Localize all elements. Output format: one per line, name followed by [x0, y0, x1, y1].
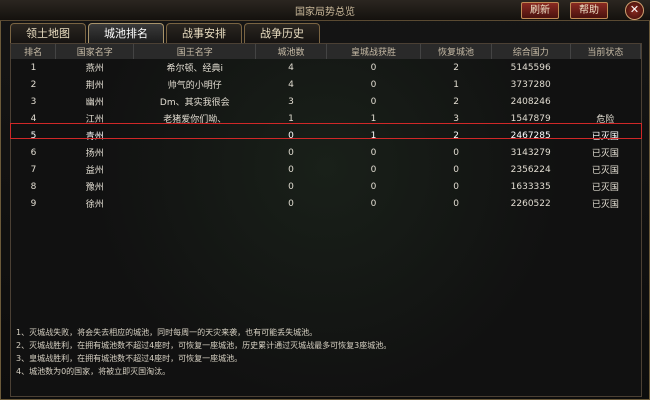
cell-cities: 0	[288, 198, 294, 209]
cell-status	[570, 59, 640, 76]
header-city-count: 城池数	[255, 44, 327, 59]
cell-king	[134, 144, 256, 161]
cell-status: 已灭国	[591, 200, 619, 210]
cell-power: 5145596	[510, 62, 551, 73]
rules-notes: 1、灭城战失败，将会失去相应的城池，同时每周一的天灾来袭，也有可能丢失城池。 2…	[16, 326, 391, 378]
cell-status	[570, 93, 640, 110]
table-row[interactable]: 3 幽州 Dm、其实我很会 3 0 2 2408246	[11, 93, 641, 110]
header-imperial-wins: 皇城战获胜	[326, 44, 422, 59]
cell-power: 2408246	[510, 96, 551, 107]
cell-restored: 0	[453, 198, 459, 209]
rule-note: 2、灭城战胜利，在拥有城池数不超过4座时，可恢复一座城池，历史累计通过灭城战最多…	[16, 341, 392, 350]
cell-nation: 幽州	[85, 98, 104, 108]
table-header-row: 排名 国家名字 国王名字 城池数 皇城战获胜 恢复城池 综合国力 当前状态	[11, 44, 642, 59]
close-icon[interactable]: ✕	[625, 1, 644, 20]
cell-restored: 0	[453, 147, 459, 158]
cell-nation: 益州	[85, 166, 104, 176]
cell-cities: 0	[288, 164, 294, 175]
tab-city-ranking[interactable]: 城池排名	[88, 23, 164, 44]
cell-nation: 扬州	[85, 149, 104, 159]
cell-cities: 4	[288, 79, 294, 90]
tab-war-arrangement[interactable]: 战事安排	[166, 23, 242, 44]
header-king-name: 国王名字	[133, 44, 257, 59]
header-nation-name: 国家名字	[55, 44, 135, 59]
cell-nation: 荆州	[85, 81, 104, 91]
cell-rank: 8	[30, 181, 37, 192]
cell-rank: 7	[30, 164, 37, 175]
cell-restored: 2	[453, 96, 459, 107]
cell-king: 帅气的小明仔	[167, 81, 222, 91]
cell-imperial-wins: 0	[370, 79, 377, 90]
cell-cities: 0	[288, 147, 294, 158]
rule-note: 3、皇城战胜利，在拥有城池数不超过4座时，可恢复一座城池。	[16, 354, 243, 363]
rule-note: 4、城池数为0的国家，将被立即灭国淘汰。	[16, 367, 171, 376]
cell-cities: 4	[288, 62, 294, 73]
cell-power: 2260522	[510, 198, 551, 209]
cell-king	[134, 178, 256, 195]
cell-king	[134, 195, 256, 212]
cell-nation: 豫州	[85, 183, 104, 193]
cell-imperial-wins: 0	[370, 147, 377, 158]
cell-power: 2356224	[510, 164, 551, 175]
cell-rank: 1	[30, 62, 37, 73]
cell-imperial-wins: 0	[370, 198, 377, 209]
cell-king: 希尔顿、经典i	[166, 64, 224, 74]
cell-power: 3143279	[510, 147, 551, 158]
rule-note: 1、灭城战失败，将会失去相应的城池，同时每周一的天灾来袭，也有可能丢失城池。	[16, 328, 318, 337]
header-status: 当前状态	[570, 44, 642, 59]
cell-king	[134, 161, 256, 178]
cell-rank: 9	[30, 198, 37, 209]
cell-imperial-wins: 0	[370, 62, 377, 73]
title-bar: 国家局势总览 刷新 帮助 ✕	[0, 0, 650, 21]
cell-imperial-wins: 0	[370, 181, 377, 192]
table-row[interactable]: 6 扬州 0 0 0 3143279 已灭国	[11, 144, 641, 161]
cell-rank: 3	[30, 96, 37, 107]
cell-restored: 1	[453, 79, 459, 90]
cell-cities: 0	[288, 181, 294, 192]
cell-status: 已灭国	[591, 149, 619, 159]
header-restored-cities: 恢复城池	[420, 44, 492, 59]
header-total-power: 综合国力	[491, 44, 571, 59]
cell-imperial-wins: 0	[370, 96, 377, 107]
cell-nation: 徐州	[85, 200, 104, 210]
refresh-button[interactable]: 刷新	[521, 2, 559, 19]
cell-king: Dm、其实我很会	[159, 98, 230, 108]
help-button[interactable]: 帮助	[570, 2, 608, 19]
cell-restored: 0	[453, 181, 459, 192]
cell-restored: 2	[453, 62, 459, 73]
cell-status: 已灭国	[591, 166, 619, 176]
cell-imperial-wins: 0	[370, 164, 377, 175]
cell-nation: 燕州	[85, 64, 104, 74]
cell-restored: 0	[453, 164, 459, 175]
table-row[interactable]: 7 益州 0 0 0 2356224 已灭国	[11, 161, 641, 178]
table-row[interactable]: 8 豫州 0 0 0 1633335 已灭国	[11, 178, 641, 195]
cell-cities: 3	[288, 96, 294, 107]
selected-row-highlight	[10, 123, 642, 139]
cell-rank: 6	[30, 147, 37, 158]
cell-power: 3737280	[510, 79, 551, 90]
table-row[interactable]: 2 荆州 帅气的小明仔 4 0 1 3737280	[11, 76, 641, 93]
table-row[interactable]: 9 徐州 0 0 0 2260522 已灭国	[11, 195, 641, 212]
cell-status: 已灭国	[591, 183, 619, 193]
cell-rank: 2	[30, 79, 37, 90]
tab-war-history[interactable]: 战争历史	[244, 23, 320, 44]
cell-status	[570, 76, 640, 93]
header-rank: 排名	[11, 44, 57, 59]
table-row[interactable]: 1 燕州 希尔顿、经典i 4 0 2 5145596	[11, 59, 641, 76]
tab-territory-map[interactable]: 领土地图	[10, 23, 86, 44]
cell-power: 1633335	[510, 181, 551, 192]
